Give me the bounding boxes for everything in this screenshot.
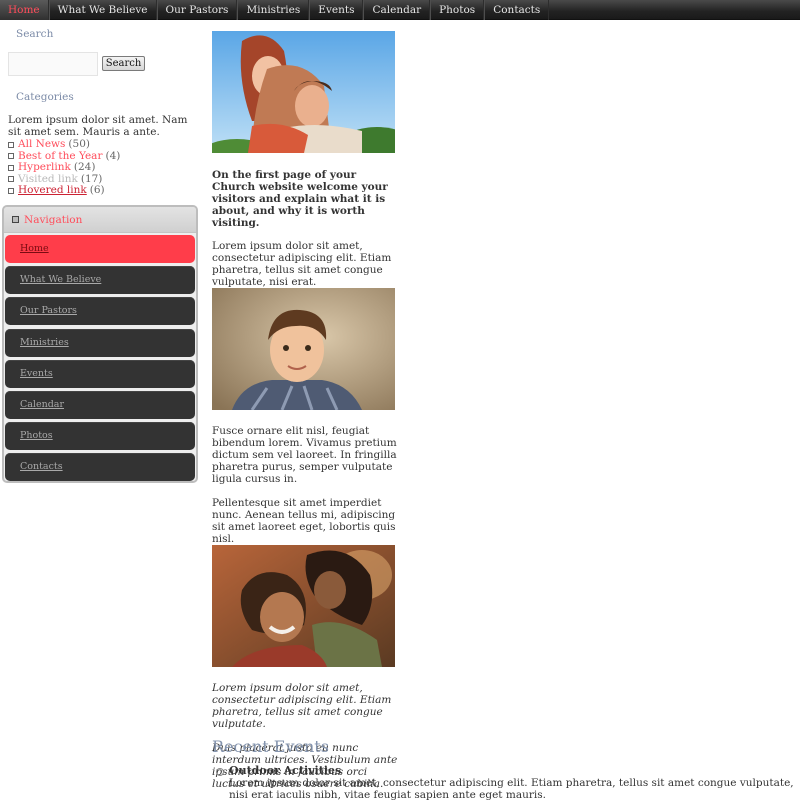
circle-bullet-icon [216,768,224,776]
topnav-item-photos[interactable]: Photos [430,0,485,20]
event-title[interactable]: Outdoor Activities [229,765,796,777]
nav-item-contacts[interactable]: Contacts [5,453,195,482]
nav-item-events[interactable]: Events [5,359,195,388]
recent-events-title: Recent Events [212,737,329,756]
top-navigation-bar: Home What We Believe Our Pastors Ministr… [0,0,800,20]
square-bullet-icon [8,153,14,160]
couple-photo [212,31,395,153]
category-item: Hyperlink (24) [8,161,120,174]
search-input[interactable] [8,52,98,76]
categories-description: Lorem ipsum dolor sit amet. Nam sit amet… [8,114,188,138]
topnav-item-our-pastors[interactable]: Our Pastors [156,0,238,20]
topnav-item-contacts[interactable]: Contacts [484,0,550,20]
nav-item-what-we-believe[interactable]: What We Believe [5,266,195,295]
event-item: Outdoor Activities Lorem ipsum dolor sit… [216,765,796,800]
navigation-panel: Navigation Home What We Believe Our Past… [2,205,198,483]
nav-item-photos[interactable]: Photos [5,422,195,451]
search-button[interactable]: Search [102,56,145,71]
topnav-item-what-we-believe[interactable]: What We Believe [48,0,157,20]
intro-text: On the first page of your Church website… [212,169,388,229]
square-bullet-icon [8,176,14,183]
square-bullet-icon [8,164,14,171]
main-content: On the first page of your Church website… [212,31,402,790]
nav-item-our-pastors[interactable]: Our Pastors [5,297,195,326]
italic-paragraph: Lorem ipsum dolor sit amet, consectetur … [212,682,392,730]
navigation-header: Navigation [4,207,196,233]
categories-title: Categories [16,91,74,103]
topnav-item-ministries[interactable]: Ministries [237,0,310,20]
category-item: Hovered link (6) [8,184,120,197]
category-count: (4) [105,149,121,162]
topnav-item-calendar[interactable]: Calendar [363,0,431,20]
category-count: (50) [68,138,90,150]
square-bullet-icon [12,216,19,223]
boy-portrait-photo [212,288,395,410]
category-count: (24) [73,161,96,173]
square-bullet-icon [8,141,14,148]
navigation-menu: Home What We Believe Our Pastors Ministr… [4,233,196,487]
topnav-item-events[interactable]: Events [309,0,364,20]
category-count: (6) [89,184,105,196]
navigation-title: Navigation [24,213,83,226]
category-link-hovered[interactable]: Hovered link [18,184,87,197]
nav-item-home[interactable]: Home [5,235,195,263]
mother-daughter-photo [212,545,395,667]
categories-list: All News (50) Best of the Year (4) Hyper… [8,138,121,197]
nav-item-ministries[interactable]: Ministries [5,328,195,357]
paragraph: Lorem ipsum dolor sit amet, consectetur … [212,240,392,288]
event-body: Outdoor Activities Lorem ipsum dolor sit… [229,765,796,800]
topnav-item-home[interactable]: Home [0,0,49,20]
paragraph: Pellentesque sit amet imperdiet nunc. Ae… [212,497,396,545]
category-link-hyperlink[interactable]: Hyperlink [18,161,71,174]
paragraph: Fusce ornare elit nisl, feugiat bibendum… [212,425,397,485]
category-item: All News (50) [8,138,120,151]
category-link-all-news[interactable]: All News [18,138,65,151]
search-title: Search [16,28,54,40]
square-bullet-icon [8,187,14,194]
event-description: Lorem ipsum dolor sit amet, consectetur … [229,777,794,800]
nav-item-calendar[interactable]: Calendar [5,390,195,419]
